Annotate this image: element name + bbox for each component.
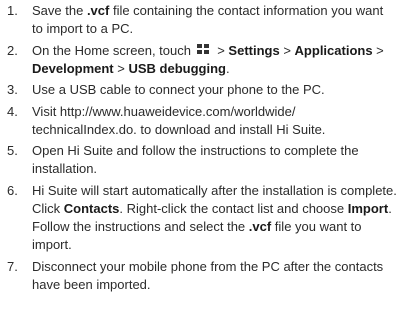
step-text: Use a USB cable to connect your phone to… [32,82,325,98]
step-4: 4. Visit http://www.huaweidevice.com/wor… [4,103,397,139]
step-text: Open Hi Suite and follow the instruction… [32,143,359,177]
file-extension: .vcf [248,219,272,235]
step-number: 4. [7,103,18,119]
menu-settings: Settings [228,42,280,58]
step-number: 7. [7,258,18,274]
step-7: 7. Disconnect your mobile phone from the… [4,258,397,294]
step-number: 5. [7,143,18,159]
menu-usb-debugging: USB debugging [128,60,226,76]
app-grid-icon [196,43,210,56]
menu-development: Development [32,60,114,76]
step-number: 6. [7,182,18,198]
instruction-list: 1. Save the .vcf file containing the con… [0,2,405,297]
step-6: 6. Hi Suite will start automatically aft… [4,182,397,255]
import-label: Import [347,200,389,216]
step-number: 1. [7,3,18,18]
step-text: Visit http://www.huaweidevice.com/worldw… [32,103,326,137]
step-number: 2. [7,42,18,58]
menu-applications: Applications [294,42,373,58]
step-text: Hi Suite will start automatically after … [32,182,397,253]
step-5: 5. Open Hi Suite and follow the instruct… [4,142,397,178]
step-text: On the Home screen, touch > Settings > A… [32,42,384,76]
step-number: 3. [7,82,18,98]
step-1: 1. Save the .vcf file containing the con… [4,2,397,38]
contacts-label: Contacts [63,200,120,216]
step-text: Save the .vcf file containing the contac… [32,3,384,37]
step-text: Disconnect your mobile phone from the PC… [32,258,384,292]
file-extension: .vcf [86,3,110,18]
step-3: 3. Use a USB cable to connect your phone… [4,81,397,99]
step-2: 2. On the Home screen, touch > Settings … [4,42,397,78]
